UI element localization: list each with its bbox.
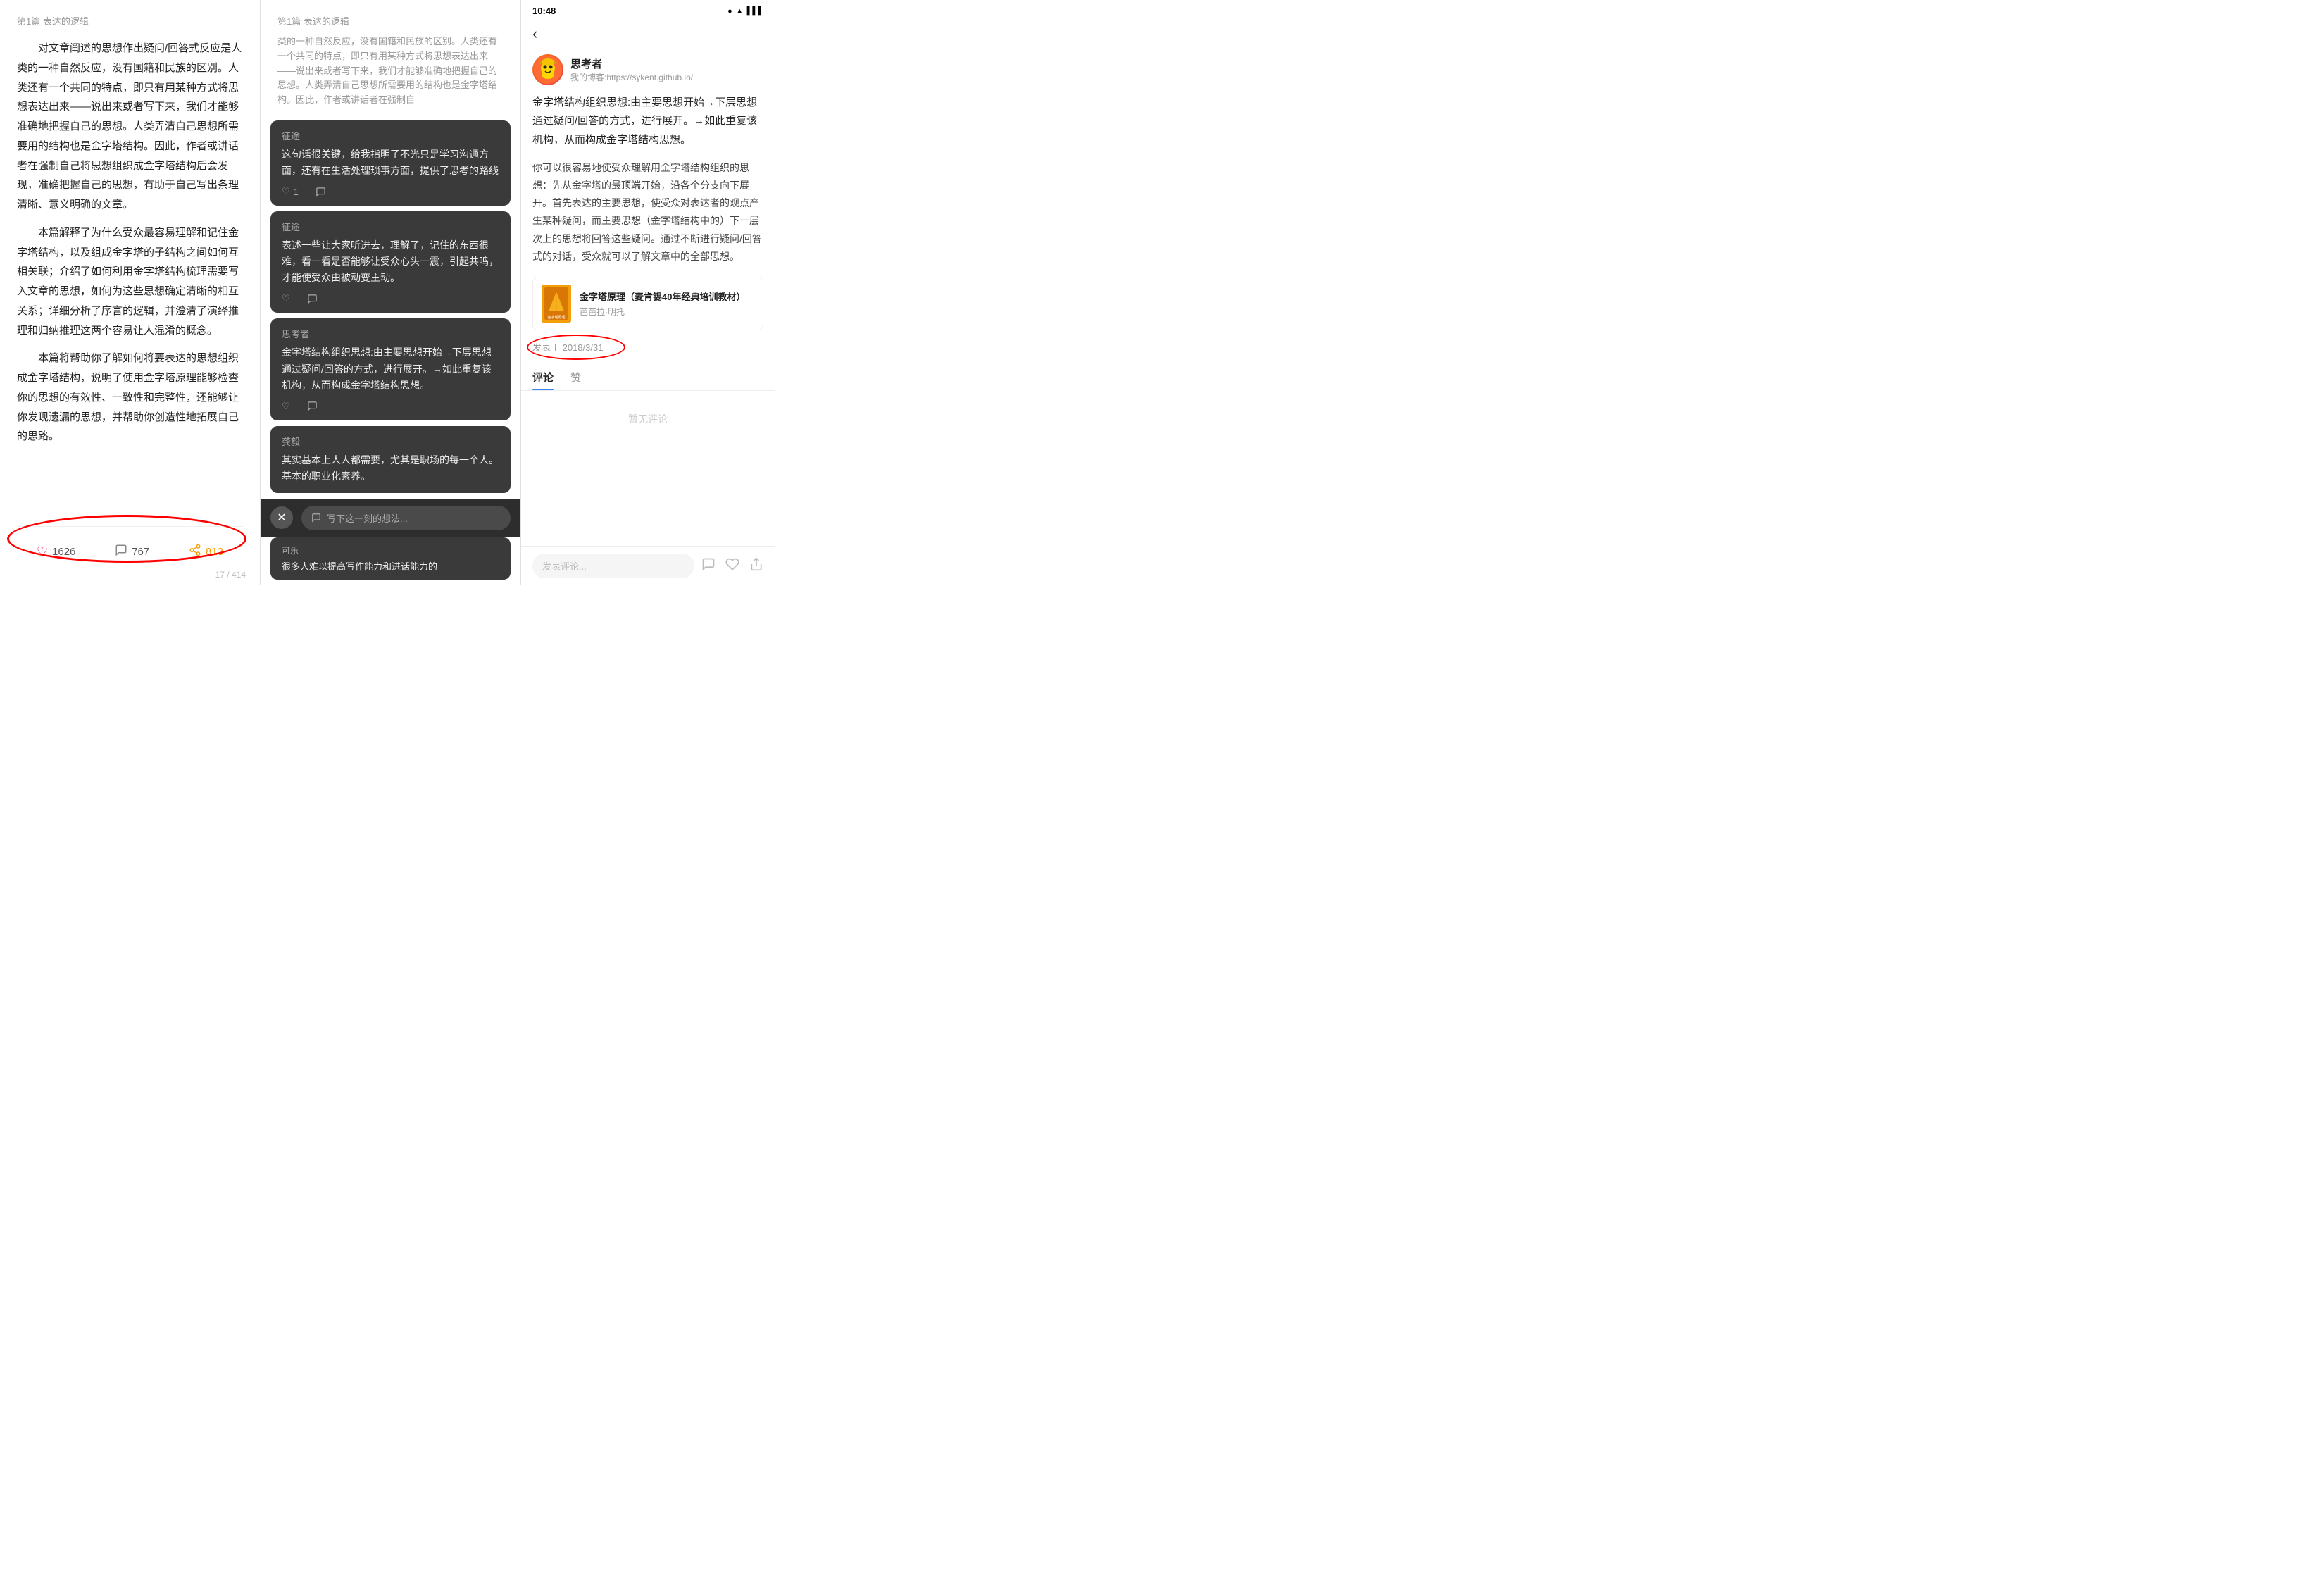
overlay-bg-text: 类的一种自然反应，没有国籍和民族的区别。人类还有一个共同的特点，即只有用某种方式… xyxy=(261,35,520,115)
comment-card-2: 征途 表述一些让大家听进去，理解了，记住的东西很难，看一看是否能够让受众心头一震… xyxy=(270,211,511,313)
comment-input-bar: 发表评论... xyxy=(521,546,775,585)
comment-bar-heart-icon[interactable] xyxy=(725,557,739,575)
write-placeholder: 写下这一刻的想法... xyxy=(327,511,408,525)
comment-bar-chat-icon[interactable] xyxy=(701,557,716,575)
wifi-icon: ▲ xyxy=(736,7,744,15)
tab-like[interactable]: 赞 xyxy=(570,364,581,390)
author-name: 思考者 xyxy=(570,56,693,71)
comment-reply-2[interactable] xyxy=(307,293,318,304)
author-avatar xyxy=(532,54,563,85)
article-title: 金字塔结构组织思想:由主要思想开始→下层思想通过疑问/回答的方式，进行展开。→如… xyxy=(532,94,763,149)
status-bar: 10:48 ● ▲ ▌▌▌ xyxy=(521,0,775,19)
comment-actions-1: ♡ 1 xyxy=(282,186,499,197)
comment-bar-actions xyxy=(701,557,763,575)
paragraph-1: 对文章阐述的思想作出疑问/回答式反应是人类的一种自然反应，没有国籍和民族的区别。… xyxy=(17,39,243,215)
panel-comments-overlay: 第1篇 表达的逻辑 类的一种自然反应，没有国籍和民族的区别。人类还有一个共同的特… xyxy=(261,0,521,585)
article-body: 你可以很容易地使受众理解用金字塔结构组织的思想：先从金字塔的最顶端开始，沿各个分… xyxy=(532,159,763,266)
comment-count: 767 xyxy=(132,546,149,558)
write-thought-input[interactable]: 写下这一刻的想法... xyxy=(301,506,511,530)
book-content: 对文章阐述的思想作出疑问/回答式反应是人类的一种自然反应，没有国籍和民族的区别。… xyxy=(17,39,243,518)
comment-user-4: 龚毅 xyxy=(282,435,499,448)
partial-user: 可乐 xyxy=(282,544,499,556)
share-button[interactable]: 813 xyxy=(177,538,235,566)
share-icon xyxy=(189,544,201,560)
svg-text:金字塔原理: 金字塔原理 xyxy=(547,315,565,320)
book-cover: 金字塔原理 xyxy=(542,285,571,323)
like-button[interactable]: ♡ 1626 xyxy=(25,539,87,565)
comment-card-3: 思考者 金字塔结构组织思想:由主要思想开始→下层思想通过疑问/回答的方式，进行展… xyxy=(270,318,511,420)
heart-icon: ♡ xyxy=(282,293,290,304)
comment-text-3: 金字塔结构组织思想:由主要思想开始→下层思想通过疑问/回答的方式，进行展开。→如… xyxy=(282,344,499,393)
comment-button[interactable]: 767 xyxy=(104,538,161,566)
comment-user-3: 思考者 xyxy=(282,327,499,340)
author-row: 思考者 我的博客:https://sykent.github.io/ xyxy=(521,49,775,94)
comment-input[interactable]: 发表评论... xyxy=(532,554,694,578)
tab-comment[interactable]: 评论 xyxy=(532,364,554,390)
heart-icon: ♡ xyxy=(37,544,48,559)
comment-input-bar: ✕ 写下这一刻的想法... xyxy=(261,499,520,537)
book-title: 金字塔原理（麦肯锡40年经典培训教材） xyxy=(580,289,745,303)
comment-user-2: 征途 xyxy=(282,220,499,233)
partial-text: 很多人难以提高写作能力和进话能力的 xyxy=(282,559,499,573)
back-button[interactable]: ‹ xyxy=(532,25,537,42)
paragraph-2: 本篇解释了为什么受众最容易理解和记住金字塔结构，以及组成金字塔的子结构之间如何互… xyxy=(17,223,243,341)
comment-like-3[interactable]: ♡ xyxy=(282,401,290,412)
status-icons: ● ▲ ▌▌▌ xyxy=(727,7,763,15)
book-actions: ♡ 1626 767 813 xyxy=(17,526,243,571)
author-blog: 我的博客:https://sykent.github.io/ xyxy=(570,71,693,83)
comment-icon xyxy=(115,544,127,560)
share-count: 813 xyxy=(206,546,223,558)
comment-bar-share-icon[interactable] xyxy=(749,557,763,575)
comment-actions-3: ♡ xyxy=(282,401,499,412)
heart-icon: ♡ xyxy=(282,401,290,412)
overlay-chapter-title: 第1篇 表达的逻辑 xyxy=(261,0,520,35)
date-row: 发表于 2018/3/31 xyxy=(532,340,763,354)
book-info: 金字塔原理（麦肯锡40年经典培训教材） 芭芭拉·明托 xyxy=(580,289,745,318)
panel-article-detail: 10:48 ● ▲ ▌▌▌ ‹ 思考者 我 xyxy=(521,0,775,585)
comment-user-1: 征途 xyxy=(282,129,499,142)
comment-actions-2: ♡ xyxy=(282,293,499,304)
book-author: 芭芭拉·明托 xyxy=(580,306,745,318)
publish-date: 发表于 2018/3/31 xyxy=(532,342,603,353)
panel-book-reader: 第1篇 表达的逻辑 对文章阐述的思想作出疑问/回答式反应是人类的一种自然反应，没… xyxy=(0,0,261,585)
partial-comment: 可乐 很多人难以提高写作能力和进话能力的 xyxy=(270,537,511,580)
close-button[interactable]: ✕ xyxy=(270,506,293,529)
comment-like-2[interactable]: ♡ xyxy=(282,293,290,304)
time-display: 10:48 xyxy=(532,6,556,16)
comment-card-1: 征途 这句话很关键，给我指明了不光只是学习沟通方面，还有在生活处理琐事方面，提供… xyxy=(270,120,511,206)
comment-like-1[interactable]: ♡ 1 xyxy=(282,186,299,197)
nav-bar: ‹ xyxy=(521,19,775,49)
comment-text-4: 其实基本上人人都需要，尤其是职场的每一个人。基本的职业化素养。 xyxy=(282,452,499,485)
comment-text-2: 表述一些让大家听进去，理解了，记住的东西很难，看一看是否能够让受众心头一震，引起… xyxy=(282,237,499,286)
comment-reply-1[interactable] xyxy=(316,186,326,197)
comments-list: 征途 这句话很关键，给我指明了不光只是学习沟通方面，还有在生活处理琐事方面，提供… xyxy=(261,115,520,499)
comment-card-4: 龚毅 其实基本上人人都需要，尤其是职场的每一个人。基本的职业化素养。 xyxy=(270,426,511,493)
comment-reply-3[interactable] xyxy=(307,401,318,412)
tab-row: 评论 赞 xyxy=(521,364,775,391)
article-content: 金字塔结构组织思想:由主要思想开始→下层思想通过疑问/回答的方式，进行展开。→如… xyxy=(521,94,775,364)
comment-text-1: 这句话很关键，给我指明了不光只是学习沟通方面，还有在生活处理琐事方面，提供了思考… xyxy=(282,146,499,179)
signal-icon: ▌▌▌ xyxy=(747,7,763,15)
heart-icon: ♡ xyxy=(282,186,290,197)
page-number: 17 / 414 xyxy=(215,570,246,580)
book-card[interactable]: 金字塔原理 金字塔原理（麦肯锡40年经典培训教材） 芭芭拉·明托 xyxy=(532,277,763,330)
no-comment-text: 暂无评论 xyxy=(521,391,775,447)
like-num-1: 1 xyxy=(294,187,299,197)
author-info: 思考者 我的博客:https://sykent.github.io/ xyxy=(570,56,693,83)
book-chapter-title: 第1篇 表达的逻辑 xyxy=(17,14,243,27)
paragraph-3: 本篇将帮助你了解如何将要表达的思想组织成金字塔结构，说明了使用金字塔原理能够检查… xyxy=(17,349,243,447)
battery-icon: ● xyxy=(727,7,732,15)
like-count: 1626 xyxy=(52,546,75,558)
